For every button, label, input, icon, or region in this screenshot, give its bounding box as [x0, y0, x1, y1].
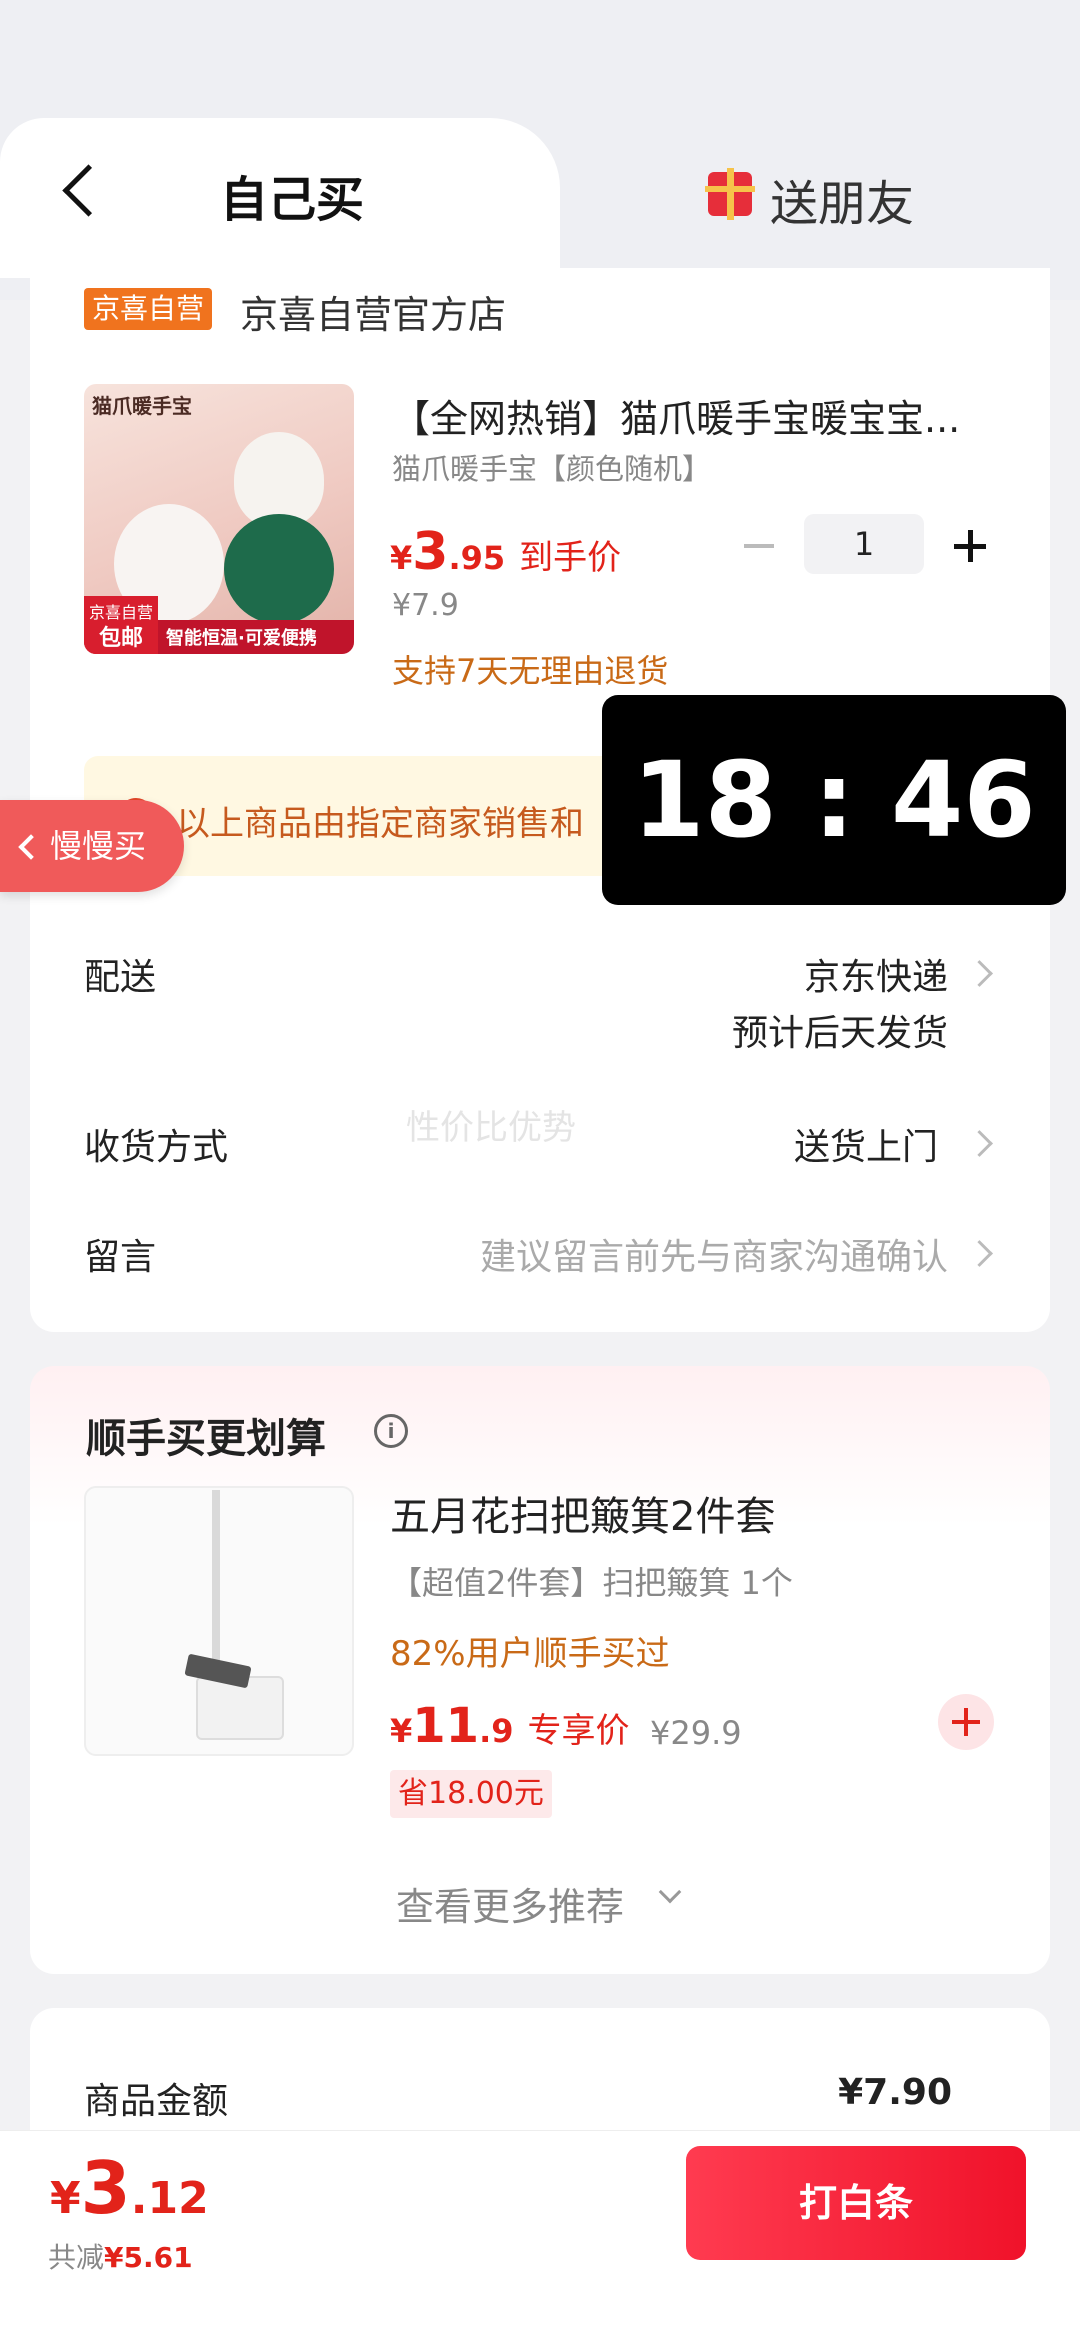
message-label: 留言 — [84, 1237, 157, 1278]
rec-price-integer: 11 — [412, 1698, 480, 1754]
total-price-symbol: ¥ — [50, 2173, 81, 2224]
quantity-plus-icon[interactable] — [950, 526, 990, 566]
store-badge: 京喜自营 — [84, 288, 213, 330]
product-image[interactable]: 猫爪暖手宝 京喜自营 包邮 智能恒温·可爱便携 — [84, 384, 354, 654]
notice-text: 以上商品由指定商家销售和 — [176, 804, 584, 844]
price-tag: 到手价 — [519, 538, 622, 578]
recommend-original-price: ¥29.9 — [650, 1714, 742, 1752]
watermark: 性价比优势 — [406, 1108, 576, 1148]
total-price: ¥3.12 — [50, 2146, 209, 2230]
price-symbol: ¥ — [390, 539, 413, 577]
paw-green-shape — [224, 514, 334, 624]
delivery-chevron-icon[interactable] — [970, 964, 990, 984]
goods-amount-value: ¥7.90 — [838, 2072, 952, 2113]
rec-price-decimal: .9 — [479, 1712, 514, 1750]
delivery-label: 配送 — [84, 957, 157, 998]
total-discount-prefix: 共减 — [48, 2241, 105, 2274]
product-image-slogan: 智能恒温·可爱便携 — [166, 628, 317, 649]
gift-icon — [705, 168, 755, 220]
recommend-product-spec[interactable]: 【超值2件套】扫把簸箕 1个 — [390, 1558, 793, 1604]
message-field[interactable]: 建议留言前先与商家沟通确认 — [480, 1228, 948, 1280]
slow-buy-button[interactable]: 慢慢买 — [0, 800, 184, 892]
price-integer: 3 — [412, 522, 449, 582]
recommend-price: ¥11.9 专享价 — [390, 1698, 629, 1754]
add-item-plus-icon[interactable] — [938, 1694, 994, 1750]
recommend-info-icon[interactable]: i — [374, 1414, 408, 1448]
product-title[interactable]: 【全网热销】猫爪暖手宝暖宝宝... — [392, 388, 992, 443]
countdown-timer: 18 : 46 — [602, 695, 1066, 905]
product-image-stamp: 京喜自营 包邮 — [84, 596, 158, 654]
product-spec[interactable]: 猫爪暖手宝【颜色随机】 — [392, 446, 711, 488]
rec-price-symbol: ¥ — [390, 1712, 413, 1750]
price-decimal: .95 — [448, 539, 506, 577]
delivery-value[interactable]: 京东快递 — [804, 948, 948, 1000]
stamp-bottom-text: 包邮 — [98, 626, 143, 651]
total-discount: 共减¥5.61 — [48, 2236, 193, 2276]
quantity-minus-icon[interactable] — [740, 526, 780, 566]
stamp-top-text: 京喜自营 — [88, 603, 153, 622]
recommend-bought-rate: 82%用户顺手买过 — [390, 1634, 670, 1674]
message-chevron-icon[interactable] — [970, 1244, 990, 1264]
delivery-note: 预计后天发货 — [731, 1013, 948, 1054]
total-price-integer: 3 — [80, 2146, 131, 2230]
total-discount-amount: ¥5.61 — [104, 2241, 193, 2274]
recommend-save-badge: 省18.00元 — [390, 1770, 552, 1818]
receive-chevron-icon[interactable] — [970, 1134, 990, 1154]
tab-buy-self-label[interactable]: 自己买 — [220, 160, 364, 230]
pay-button[interactable]: 打白条 — [686, 2146, 1026, 2260]
store-name[interactable]: 京喜自营官方店 — [240, 284, 506, 339]
more-recommendations-link[interactable]: 查看更多推荐 — [396, 1876, 624, 1931]
tab-send-friend-label[interactable]: 送朋友 — [770, 164, 914, 234]
original-price: ¥7.9 — [392, 588, 459, 623]
product-price: ¥3.95 到手价 — [390, 522, 621, 582]
total-price-decimal: .12 — [130, 2173, 209, 2224]
product-image-label: 猫爪暖手宝 — [92, 394, 192, 418]
receive-method-label: 收货方式 — [84, 1127, 229, 1168]
goods-amount-label: 商品金额 — [84, 2081, 229, 2122]
recommend-product-name[interactable]: 五月花扫把簸箕2件套 — [390, 1484, 775, 1542]
return-policy: 支持7天无理由退货 — [392, 652, 669, 690]
recommend-title: 顺手买更划算 — [86, 1416, 326, 1462]
quantity-input[interactable]: 1 — [804, 514, 924, 574]
receive-method-value[interactable]: 送货上门 — [794, 1118, 938, 1170]
back-arrow-icon[interactable] — [52, 160, 102, 224]
rec-price-tag: 专享价 — [527, 1711, 630, 1751]
